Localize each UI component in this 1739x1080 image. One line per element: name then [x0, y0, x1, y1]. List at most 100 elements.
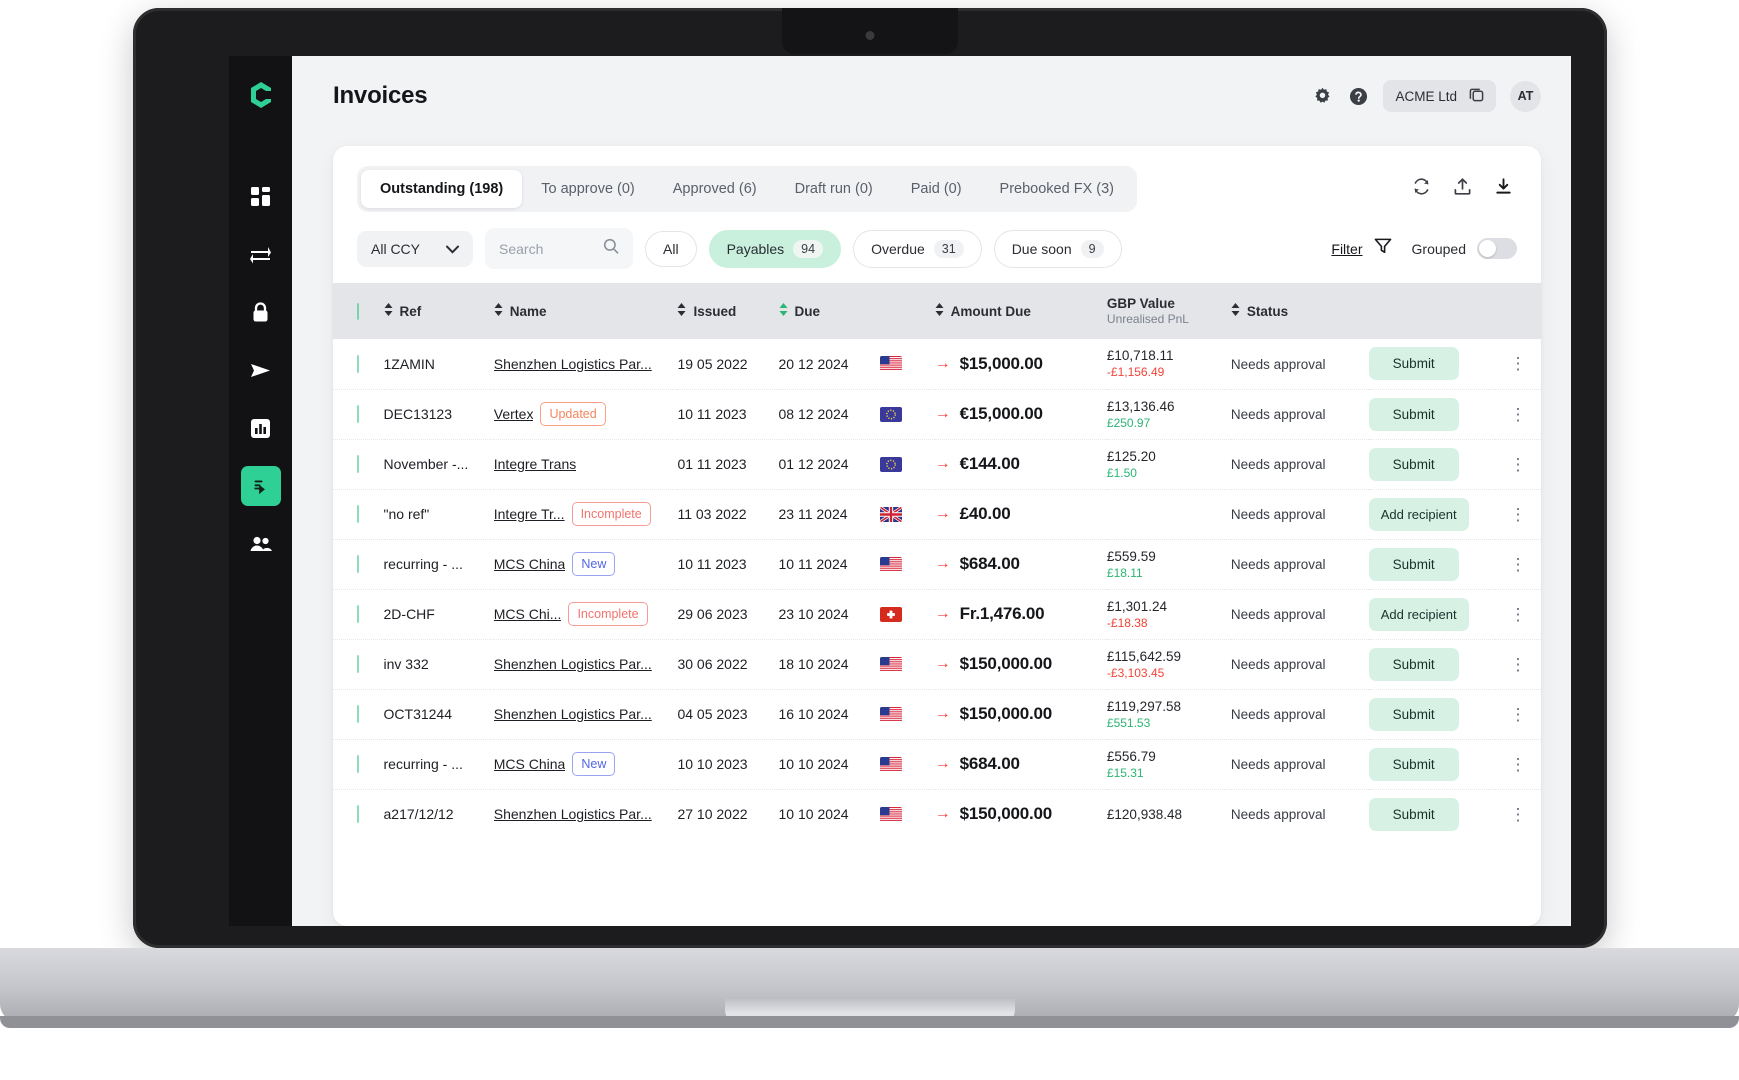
table-row[interactable]: 2D-CHF MCS Chi... Incomplete 29 06 2023 2…	[333, 589, 1541, 640]
col-amount-due[interactable]: Amount Due	[934, 283, 1107, 339]
sidebar-item-team[interactable]	[241, 524, 281, 564]
tab-to-approve[interactable]: To approve (0)	[522, 170, 654, 208]
row-name-link[interactable]: MCS China	[494, 556, 566, 572]
kebab-menu-icon[interactable]: ⋮	[1495, 656, 1541, 673]
row-action-button[interactable]: Add recipient	[1368, 597, 1469, 631]
sidebar-item-transfers[interactable]	[241, 234, 281, 274]
row-checkbox[interactable]	[357, 354, 359, 373]
row-action-button[interactable]: Submit	[1368, 447, 1459, 481]
sort-icon-active	[779, 303, 788, 319]
tab-approved[interactable]: Approved (6)	[654, 170, 776, 208]
chip-payables[interactable]: Payables 94	[708, 229, 842, 268]
chip-payables-label: Payables	[726, 240, 785, 257]
sidebar-item-reports[interactable]	[241, 408, 281, 448]
row-status: Needs approval	[1230, 356, 1326, 372]
row-name-link[interactable]: MCS China	[494, 756, 566, 772]
col-issued[interactable]: Issued	[677, 283, 779, 339]
row-name-link[interactable]: Shenzhen Logistics Par...	[494, 656, 652, 672]
refresh-button[interactable]	[1412, 177, 1431, 201]
tab-prebooked-fx[interactable]: Prebooked FX (3)	[981, 170, 1133, 208]
row-name-link[interactable]: Vertex	[494, 406, 534, 422]
settings-button[interactable]	[1311, 85, 1333, 107]
table-row[interactable]: 1ZAMIN Shenzhen Logistics Par... 19 05 2…	[333, 339, 1541, 390]
col-status[interactable]: Status	[1230, 283, 1369, 339]
tab-outstanding[interactable]: Outstanding (198)	[361, 170, 523, 208]
row-action-button[interactable]: Submit	[1368, 697, 1459, 731]
kebab-menu-icon[interactable]: ⋮	[1495, 456, 1541, 473]
row-amount-due: €15,000.00	[959, 404, 1043, 423]
kebab-menu-icon[interactable]: ⋮	[1495, 706, 1541, 723]
table-row[interactable]: inv 332 Shenzhen Logistics Par... 30 06 …	[333, 639, 1541, 690]
table-row[interactable]: recurring - ... MCS China New 10 10 2023 …	[333, 739, 1541, 790]
currency-select[interactable]: All CCY	[357, 230, 474, 267]
row-checkbox[interactable]	[357, 705, 359, 723]
table-row[interactable]: OCT31244 Shenzhen Logistics Par... 04 05…	[333, 689, 1541, 740]
copy-icon[interactable]	[1469, 87, 1484, 105]
row-action-button[interactable]: Add recipient	[1368, 497, 1469, 531]
row-action-button[interactable]: Submit	[1368, 747, 1459, 781]
kebab-menu-icon[interactable]: ⋮	[1495, 606, 1541, 623]
row-name-link[interactable]: Integre Trans	[494, 456, 577, 472]
filter-button[interactable]: Filter	[1331, 241, 1362, 257]
row-checkbox[interactable]	[357, 555, 359, 573]
row-gbp-cell: £556.79 £15.31	[1106, 739, 1231, 790]
kebab-menu-icon[interactable]: ⋮	[1495, 406, 1541, 423]
kebab-menu-icon[interactable]: ⋮	[1495, 556, 1541, 573]
chip-overdue[interactable]: Overdue 31	[853, 229, 982, 268]
row-name-link[interactable]: Shenzhen Logistics Par...	[494, 806, 652, 822]
row-action-button[interactable]: Submit	[1368, 397, 1459, 431]
row-name-link[interactable]: MCS Chi...	[494, 606, 562, 622]
row-name-link[interactable]: Integre Tr...	[494, 506, 565, 522]
sidebar-item-dashboard[interactable]	[241, 176, 281, 216]
sidebar-item-security[interactable]	[241, 292, 281, 332]
filter-icon[interactable]	[1374, 237, 1392, 260]
kebab-menu-icon[interactable]: ⋮	[1495, 506, 1541, 523]
col-due[interactable]: Due	[778, 283, 880, 339]
upload-button[interactable]	[1453, 177, 1472, 201]
arrow-outgoing-icon: →	[934, 655, 951, 672]
row-status: Needs approval	[1230, 607, 1326, 622]
avatar[interactable]: AT	[1510, 80, 1541, 112]
chip-due-soon[interactable]: Due soon 9	[993, 229, 1122, 268]
tab-paid[interactable]: Paid (0)	[892, 170, 981, 208]
org-switcher[interactable]: ACME Ltd	[1383, 80, 1496, 112]
row-action-button[interactable]: Submit	[1368, 797, 1459, 831]
chip-all[interactable]: All	[645, 230, 697, 267]
row-checkbox[interactable]	[357, 655, 359, 673]
row-action-button[interactable]: Submit	[1368, 347, 1459, 381]
sidebar-item-invoices[interactable]	[240, 466, 281, 506]
row-name-link[interactable]: Shenzhen Logistics Par...	[494, 356, 652, 372]
row-action-button[interactable]: Submit	[1368, 647, 1459, 681]
search-input[interactable]	[499, 240, 594, 257]
row-checkbox[interactable]	[357, 805, 359, 824]
col-name[interactable]: Name	[493, 283, 678, 339]
table-row[interactable]: recurring - ... MCS China New 10 11 2023 …	[333, 539, 1541, 590]
table-row[interactable]: DEC13123 Vertex Updated 10 11 2023 08 12 …	[333, 389, 1541, 440]
row-action-button[interactable]: Submit	[1368, 547, 1459, 581]
row-checkbox[interactable]	[357, 455, 359, 473]
tab-draft-run[interactable]: Draft run (0)	[776, 170, 892, 208]
help-button[interactable]	[1347, 85, 1369, 107]
table-row[interactable]: "no ref" Integre Tr... Incomplete 11 03 2…	[333, 489, 1541, 540]
row-menu-cell: ⋮	[1494, 389, 1541, 440]
row-checkbox[interactable]	[357, 605, 359, 623]
search-box[interactable]	[485, 228, 634, 269]
kebab-menu-icon[interactable]: ⋮	[1495, 806, 1541, 823]
chip-overdue-label: Overdue	[871, 240, 925, 257]
kebab-menu-icon[interactable]: ⋮	[1495, 756, 1541, 773]
kebab-menu-icon[interactable]: ⋮	[1495, 355, 1541, 372]
select-all-checkbox[interactable]	[357, 302, 359, 320]
table-row[interactable]: a217/12/12 Shenzhen Logistics Par... 27 …	[333, 789, 1541, 839]
row-name-link[interactable]: Shenzhen Logistics Par...	[494, 706, 652, 722]
row-flag	[879, 789, 935, 839]
grouped-toggle[interactable]	[1477, 238, 1517, 259]
row-ref: "no ref"	[383, 489, 494, 540]
col-ref[interactable]: Ref	[383, 283, 494, 339]
table-row[interactable]: November -... Integre Trans 01 11 2023 0…	[333, 439, 1541, 490]
row-checkbox[interactable]	[357, 505, 359, 523]
row-checkbox[interactable]	[357, 405, 359, 423]
company-logo[interactable]	[246, 80, 276, 110]
sidebar-item-send[interactable]	[241, 350, 281, 390]
row-checkbox[interactable]	[357, 755, 359, 773]
download-button[interactable]	[1494, 177, 1513, 201]
